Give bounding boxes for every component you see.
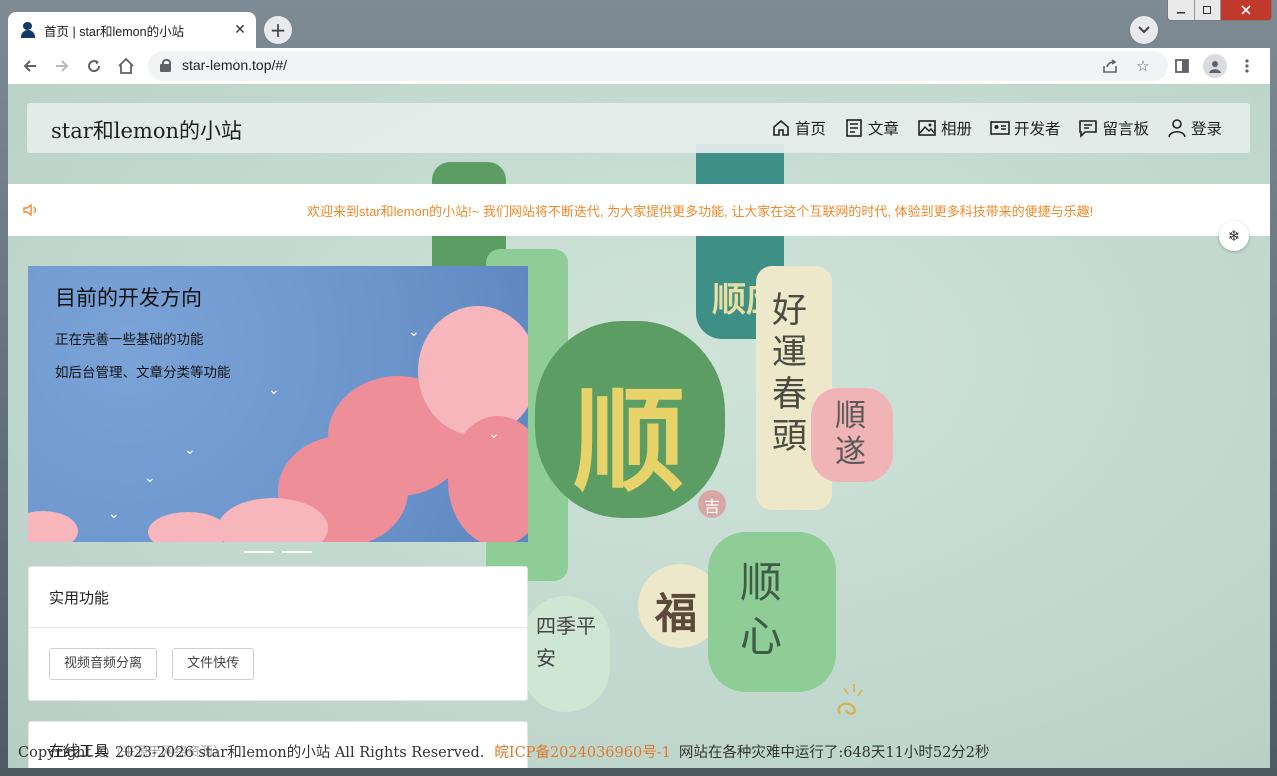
carousel-indicators <box>244 551 320 553</box>
site-footer: Copyright © 2023-2026 star和lemon的小站 All … <box>18 741 990 762</box>
dev-direction-carousel[interactable]: ⌄ ⌄ ⌄ ⌄ ⌄ ⌄ 目前的开发方向 正在完善一些基础的功能 如后台管理、文章… <box>28 266 528 542</box>
nav-item-developer[interactable]: 开发者 <box>990 117 1061 139</box>
profile-avatar-icon[interactable] <box>1203 54 1227 78</box>
home-icon <box>773 119 789 136</box>
decor-shun-medallion: 顺 <box>535 321 725 518</box>
bird-icon: ⌄ <box>408 324 420 340</box>
carousel-dot[interactable] <box>244 551 274 553</box>
address-bar[interactable]: star-lemon.top/#/ ☆ <box>148 51 1168 81</box>
speaker-icon <box>23 203 37 217</box>
tab-search-chevron-icon[interactable] <box>1130 16 1158 44</box>
utilities-card: 实用功能 视频音频分离 文件快传 <box>28 566 528 701</box>
site-nav: 首页 文章 相册 开发者 留言板 登录 <box>753 103 1222 153</box>
url-text: star-lemon.top/#/ <box>182 57 288 73</box>
utilities-card-title: 实用功能 <box>29 567 527 628</box>
browser-tab[interactable]: 首页 | star和lemon的小站 ✕ <box>8 12 256 48</box>
user-icon <box>1168 119 1186 138</box>
decor-swirl-icon <box>832 680 868 718</box>
forward-arrow-icon[interactable] <box>50 54 74 78</box>
decor-siji-card: 四季平安 <box>522 596 610 712</box>
id-card-icon <box>990 121 1010 135</box>
message-icon <box>1079 120 1098 138</box>
bookmark-star-icon[interactable]: ☆ <box>1132 55 1154 77</box>
carousel-line-1: 正在完善一些基础的功能 <box>55 332 204 348</box>
article-icon <box>846 119 862 137</box>
decor-glyph-ji: 吉 <box>704 497 721 516</box>
decor-glyph-shun: 顺 <box>573 376 685 507</box>
browser-menu-icon[interactable] <box>1235 54 1259 78</box>
carousel-title: 目前的开发方向 <box>55 286 202 310</box>
nav-label-developer: 开发者 <box>1013 120 1061 138</box>
nav-label-album: 相册 <box>940 120 972 138</box>
nav-label-guestbook: 留言板 <box>1102 120 1149 138</box>
tab-title: 首页 | star和lemon的小站 <box>44 24 185 39</box>
image-icon <box>918 120 936 136</box>
window-controls <box>1167 0 1272 21</box>
browser-window: 首页 | star和lemon的小站 ✕ + star-lemon.top/#/… <box>0 0 1277 776</box>
file-transfer-button[interactable]: 文件快传 <box>172 648 255 680</box>
footer-icp-link[interactable]: 皖ICP备2024036960号-1 <box>494 745 670 761</box>
minimize-icon[interactable] <box>1168 0 1195 20</box>
bird-icon: ⌄ <box>108 506 120 522</box>
decor-glyph-shunsui: 順遂 <box>835 398 866 470</box>
carousel-cloud <box>418 306 528 436</box>
site-brand[interactable]: star和lemon的小站 <box>51 115 242 145</box>
nav-label-home: 首页 <box>794 120 826 138</box>
bird-icon: ⌄ <box>144 470 156 486</box>
notice-bar: 欢迎来到star和lemon的小站!~ 我们网站将不断迭代, 为大家提供更多功能… <box>8 184 1270 236</box>
decor-ji-seal: 吉 <box>698 490 726 518</box>
nav-item-album[interactable]: 相册 <box>917 117 972 139</box>
decor-glyph-shunxin: 顺心 <box>740 558 783 661</box>
footer-uptime: 网站在各种灾难中运行了:648天11小时52分2秒 <box>678 745 990 761</box>
decor-pink-card: 順遂 <box>811 388 893 482</box>
lock-icon <box>160 59 171 72</box>
site-favicon-icon <box>20 22 36 38</box>
new-tab-button[interactable]: + <box>264 16 292 44</box>
tab-close-icon[interactable]: ✕ <box>230 20 250 40</box>
nav-label-login: 登录 <box>1190 120 1222 138</box>
footer-copyright: Copyright © 2023-2026 star和lemon的小站 All … <box>18 745 485 761</box>
nav-item-articles[interactable]: 文章 <box>844 117 899 139</box>
bird-icon: ⌄ <box>488 426 500 442</box>
decor-glyph-siji: 四季平安 <box>536 614 596 670</box>
nav-label-articles: 文章 <box>867 120 899 138</box>
decor-glyph-fu: 福 <box>655 589 698 638</box>
carousel-line-2: 如后台管理、文章分类等功能 <box>55 365 231 381</box>
snowflake-toggle-icon[interactable]: ❄ <box>1219 221 1249 251</box>
nav-item-guestbook[interactable]: 留言板 <box>1078 117 1149 139</box>
decor-shunxin-card: 顺心 <box>708 532 836 692</box>
side-panel-icon[interactable] <box>1170 54 1194 78</box>
site-header: star和lemon的小站 首页 文章 相册 开发者 留言板 登录 <box>27 103 1250 153</box>
home-browser-icon[interactable] <box>114 54 138 78</box>
reload-icon[interactable] <box>82 54 106 78</box>
video-audio-split-button[interactable]: 视频音频分离 <box>49 648 158 680</box>
close-window-icon[interactable] <box>1221 0 1271 20</box>
page-viewport: 顺应 好運春頭 顺 順遂 吉 福 顺心 四季平安 star和lemon的小站 首… <box>8 84 1270 768</box>
carousel-dot[interactable] <box>282 551 312 553</box>
nav-item-login[interactable]: 登录 <box>1167 117 1222 139</box>
back-arrow-icon[interactable] <box>18 54 42 78</box>
maximize-icon[interactable] <box>1194 0 1221 20</box>
share-icon[interactable] <box>1099 55 1121 77</box>
bird-icon: ⌄ <box>184 442 196 458</box>
decor-glyph-haoyun: 好運春頭 <box>772 291 808 457</box>
notice-text: 欢迎来到star和lemon的小站!~ 我们网站将不断迭代, 为大家提供更多功能… <box>307 204 1094 219</box>
nav-item-home[interactable]: 首页 <box>771 117 826 139</box>
bird-icon: ⌄ <box>268 382 280 398</box>
browser-toolbar: star-lemon.top/#/ ☆ <box>8 48 1270 84</box>
